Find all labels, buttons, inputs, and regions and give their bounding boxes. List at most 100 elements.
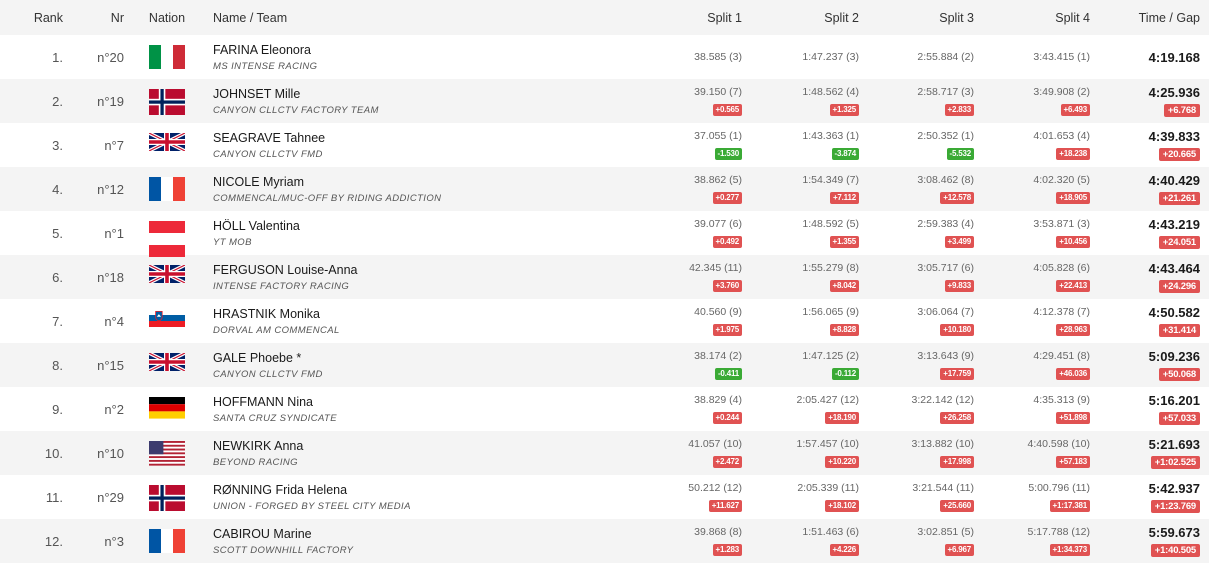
split-time: 1:47.237 (3) bbox=[802, 50, 859, 63]
team-name: BEYOND RACING bbox=[213, 456, 298, 468]
split-4-cell: 5:00.796 (11) +1:17.381 bbox=[982, 475, 1098, 519]
table-row[interactable]: 11. n°29 RØNNING Frida Helena UNION - FOR… bbox=[0, 475, 1209, 519]
split-gap-badge: +0.244 bbox=[712, 411, 742, 424]
table-row[interactable]: 2. n°19 JOHNSET Mille CANYON CLLCTV FACTO… bbox=[0, 79, 1209, 123]
time-gap-cell: 4:39.833 +20.665 bbox=[1098, 123, 1209, 167]
split-gap-badge: +1.975 bbox=[712, 323, 742, 336]
split-time: 3:13.643 (9) bbox=[917, 349, 974, 362]
split-time: 3:13.882 (10) bbox=[911, 437, 974, 450]
split-time: 3:02.851 (5) bbox=[917, 525, 974, 538]
bib-number: n°4 bbox=[104, 313, 124, 329]
split-gap-badge: +2.833 bbox=[944, 103, 974, 116]
split-4-cell: 5:17.788 (12) +1:34.373 bbox=[982, 519, 1098, 563]
time-gap-cell: 5:16.201 +57.033 bbox=[1098, 387, 1209, 431]
split-time: 42.345 (11) bbox=[689, 261, 742, 274]
split-gap-badge: -5.532 bbox=[946, 147, 974, 160]
time-gap-badge: +21.261 bbox=[1158, 191, 1200, 205]
germany-flag-icon bbox=[149, 397, 185, 421]
split-gap-badge: -0.112 bbox=[831, 367, 859, 380]
split-gap-badge: +0.277 bbox=[712, 191, 742, 204]
name-team-cell: NEWKIRK Anna BEYOND RACING bbox=[210, 431, 590, 475]
split-time: 1:54.349 (7) bbox=[802, 173, 859, 186]
split-time: 2:59.383 (4) bbox=[917, 217, 974, 230]
team-name: CANYON CLLCTV FACTORY TEAM bbox=[213, 104, 379, 116]
split-time: 2:58.717 (3) bbox=[917, 85, 974, 98]
split-gap-badge: +22.413 bbox=[1056, 279, 1090, 292]
table-row[interactable]: 4. n°12 NICOLE Myriam COMMENCAL/MUC-OFF B… bbox=[0, 167, 1209, 211]
split-gap-badge: +46.036 bbox=[1056, 367, 1090, 380]
split-time: 5:17.788 (12) bbox=[1027, 525, 1090, 538]
split-3-cell: 3:06.064 (7) +10.180 bbox=[867, 299, 982, 343]
rider-name[interactable]: GALE Phoebe * bbox=[213, 351, 590, 366]
split-2-cell: 1:48.592 (5) +1.355 bbox=[750, 211, 867, 255]
table-row[interactable]: 10. n°10 NEWKIRK Anna BEYOND RACING 41.05… bbox=[0, 431, 1209, 475]
header-rank[interactable]: Rank bbox=[0, 0, 80, 35]
split-time: 2:05.427 (12) bbox=[796, 393, 859, 406]
split-3-cell: 3:22.142 (12) +26.258 bbox=[867, 387, 982, 431]
rider-name[interactable]: SEAGRAVE Tahnee bbox=[213, 131, 590, 146]
team-name: CANYON CLLCTV FMD bbox=[213, 148, 323, 160]
rider-name[interactable]: CABIROU Marine bbox=[213, 527, 590, 542]
rider-name[interactable]: NEWKIRK Anna bbox=[213, 439, 590, 454]
split-gap-badge: +10.220 bbox=[825, 455, 859, 468]
table-row[interactable]: 7. n°4 HRASTNIK Monika DORVAL AM COMMENCA… bbox=[0, 299, 1209, 343]
split-gap-badge: +17.759 bbox=[940, 367, 974, 380]
rider-name[interactable]: FERGUSON Louise-Anna bbox=[213, 263, 590, 278]
time-gap-cell: 5:09.236 +50.068 bbox=[1098, 343, 1209, 387]
final-time: 5:16.201 bbox=[1148, 392, 1200, 408]
name-team-cell: HOFFMANN Nina SANTA CRUZ SYNDICATE bbox=[210, 387, 590, 431]
split-time: 3:49.908 (2) bbox=[1033, 85, 1090, 98]
split-gap-badge: +2.472 bbox=[712, 455, 742, 468]
split-time: 41.057 (10) bbox=[688, 437, 742, 450]
header-split4[interactable]: Split 4 bbox=[982, 0, 1098, 35]
split-3-cell: 2:55.884 (2) bbox=[867, 35, 982, 79]
rider-name[interactable]: FARINA Eleonora bbox=[213, 43, 590, 58]
table-row[interactable]: 3. n°7 SEAGRAVE Tahnee CANYON CLLCTV FMD … bbox=[0, 123, 1209, 167]
table-row[interactable]: 8. n°15 GALE Phoebe * CANYON CLLCTV FMD 3… bbox=[0, 343, 1209, 387]
split-gap-badge: +9.833 bbox=[944, 279, 974, 292]
table-row[interactable]: 1. n°20 FARINA Eleonora MS INTENSE RACING… bbox=[0, 35, 1209, 79]
header-time-gap[interactable]: Time / Gap bbox=[1098, 0, 1209, 35]
bib-number: n°12 bbox=[97, 181, 124, 197]
header-split1[interactable]: Split 1 bbox=[590, 0, 750, 35]
table-row[interactable]: 9. n°2 HOFFMANN Nina SANTA CRUZ SYNDICATE… bbox=[0, 387, 1209, 431]
split-time: 37.055 (1) bbox=[694, 129, 742, 142]
rider-name[interactable]: HÖLL Valentina bbox=[213, 219, 590, 234]
rider-name[interactable]: HOFFMANN Nina bbox=[213, 395, 590, 410]
split-gap-badge: -1.530 bbox=[714, 147, 742, 160]
final-time: 4:40.429 bbox=[1148, 172, 1200, 188]
split-gap-badge: +18.190 bbox=[825, 411, 859, 424]
rider-name[interactable]: RØNNING Frida Helena bbox=[213, 483, 590, 498]
split-time: 38.829 (4) bbox=[694, 393, 742, 406]
split-time: 38.585 (3) bbox=[694, 50, 742, 63]
split-gap-badge: +0.565 bbox=[712, 103, 742, 116]
header-nation[interactable]: Nation bbox=[124, 0, 210, 35]
table-row[interactable]: 6. n°18 FERGUSON Louise-Anna INTENSE FACT… bbox=[0, 255, 1209, 299]
time-gap-cell: 4:25.936 +6.768 bbox=[1098, 79, 1209, 123]
split-2-cell: 1:47.237 (3) bbox=[750, 35, 867, 79]
header-split3[interactable]: Split 3 bbox=[867, 0, 982, 35]
team-name: SANTA CRUZ SYNDICATE bbox=[213, 412, 337, 424]
table-row[interactable]: 12. n°3 CABIROU Marine SCOTT DOWNHILL FAC… bbox=[0, 519, 1209, 563]
nation-cell bbox=[124, 519, 210, 563]
split-gap-badge: +18.102 bbox=[825, 499, 859, 512]
bib-number: n°3 bbox=[104, 533, 124, 549]
split-4-cell: 4:12.378 (7) +28.963 bbox=[982, 299, 1098, 343]
rider-name[interactable]: HRASTNIK Monika bbox=[213, 307, 590, 322]
uk-flag-icon bbox=[148, 263, 186, 289]
usa-flag-icon bbox=[149, 441, 185, 466]
header-nr[interactable]: Nr bbox=[80, 0, 124, 35]
rider-name[interactable]: NICOLE Myriam bbox=[213, 175, 590, 190]
header-name-team[interactable]: Name / Team bbox=[210, 0, 590, 35]
time-gap-cell: 5:42.937 +1:23.769 bbox=[1098, 475, 1209, 519]
split-3-cell: 3:21.544 (11) +25.660 bbox=[867, 475, 982, 519]
split-time: 1:55.279 (8) bbox=[802, 261, 859, 274]
split-time: 39.868 (8) bbox=[694, 525, 742, 538]
split-1-cell: 40.560 (9) +1.975 bbox=[590, 299, 750, 343]
team-name: COMMENCAL/MUC-OFF BY RIDING ADDICTION bbox=[213, 192, 442, 204]
rider-name[interactable]: JOHNSET Mille bbox=[213, 87, 590, 102]
header-split2[interactable]: Split 2 bbox=[750, 0, 867, 35]
split-2-cell: 2:05.427 (12) +18.190 bbox=[750, 387, 867, 431]
rank-cell: 3. bbox=[52, 137, 63, 153]
table-row[interactable]: 5. n°1 HÖLL Valentina YT MOB 39.077 (6) +0… bbox=[0, 211, 1209, 257]
